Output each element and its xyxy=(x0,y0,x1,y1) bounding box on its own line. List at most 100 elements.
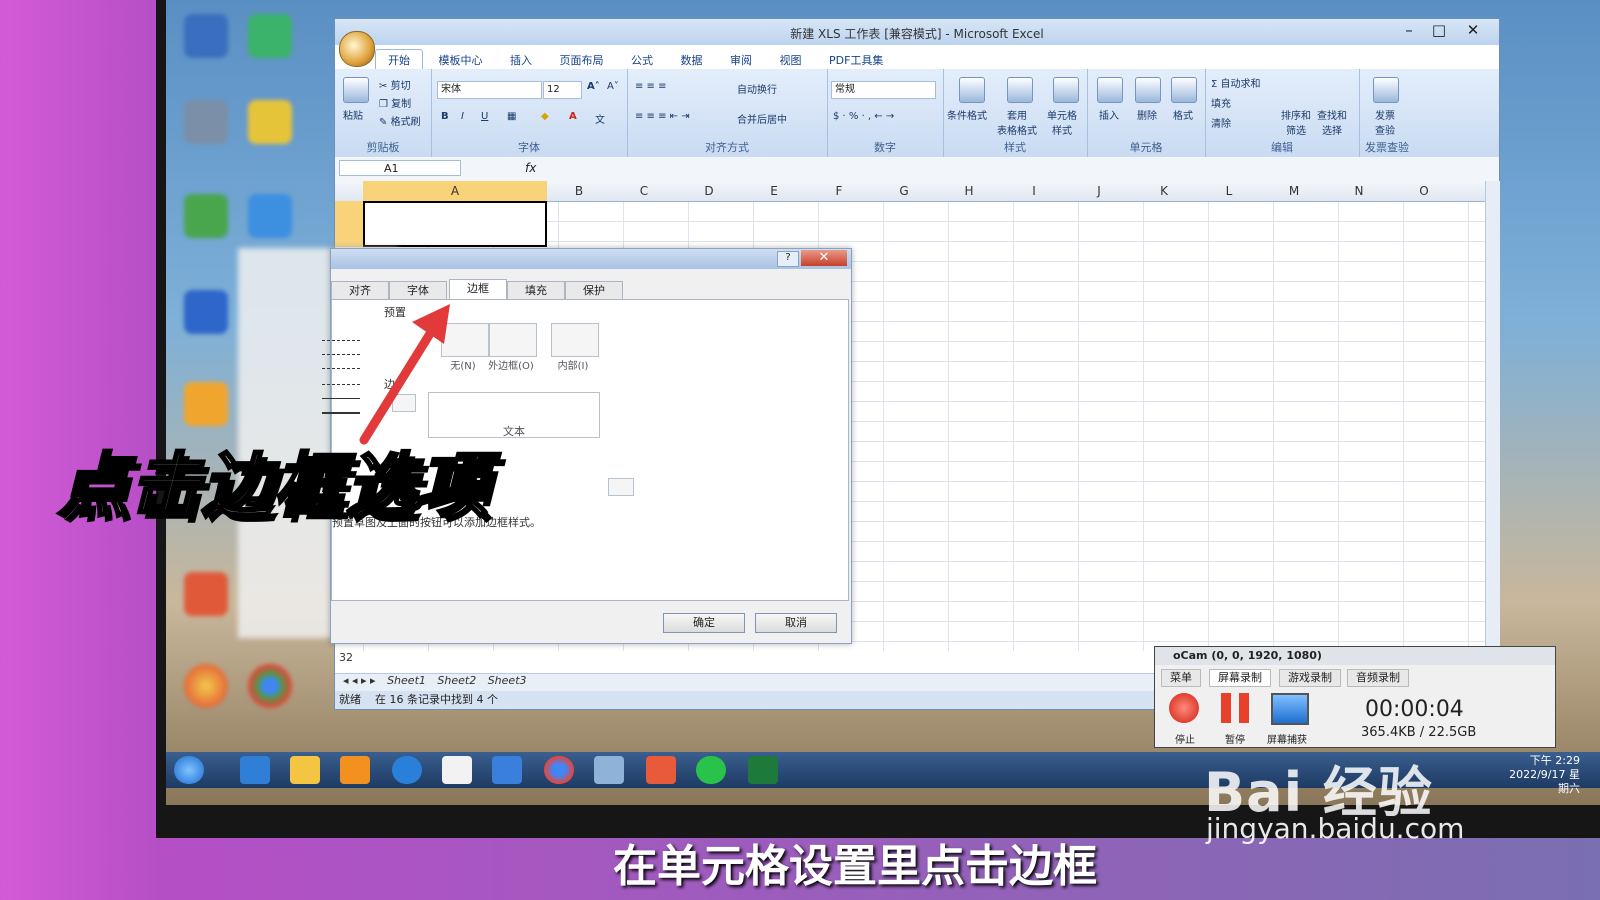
stop-icon[interactable] xyxy=(1169,693,1199,723)
grow-font-button[interactable]: A˄ xyxy=(587,81,600,92)
sheet-tab-2[interactable]: Sheet2 xyxy=(437,674,476,687)
vertical-scrollbar[interactable] xyxy=(1485,181,1500,651)
sort-filter-button[interactable]: 排序和 筛选 xyxy=(1281,107,1311,137)
chrome-desktop-icon[interactable] xyxy=(248,664,292,708)
column-header-l[interactable]: L xyxy=(1219,184,1239,198)
italic-button[interactable]: I xyxy=(461,111,464,122)
number-format-icons[interactable]: $ · % · , ← → xyxy=(833,111,894,122)
desktop-icon[interactable] xyxy=(184,664,228,708)
conditional-format-button[interactable]: 条件格式 xyxy=(947,107,987,122)
format-painter-button[interactable]: ✎ 格式刷 xyxy=(379,113,421,128)
maximize-button[interactable]: □ xyxy=(1425,21,1453,41)
paste-button[interactable]: 粘贴 xyxy=(343,107,363,122)
column-header-b[interactable]: B xyxy=(569,184,589,198)
sheet-tab-3[interactable]: Sheet3 xyxy=(488,674,527,687)
column-header-e[interactable]: E xyxy=(764,184,784,198)
column-header-o[interactable]: O xyxy=(1414,184,1434,198)
cancel-button[interactable]: 取消 xyxy=(755,613,837,633)
dialog-close-button[interactable]: ✕ xyxy=(801,250,847,266)
ocam-tab-screen[interactable]: 屏幕录制 xyxy=(1209,669,1271,687)
row-header-selected[interactable] xyxy=(335,201,363,247)
close-button[interactable]: ✕ xyxy=(1459,21,1487,41)
app-icon[interactable] xyxy=(646,756,676,784)
desktop-icon[interactable] xyxy=(184,572,228,616)
shrink-font-button[interactable]: A˅ xyxy=(607,81,619,92)
ie-icon[interactable] xyxy=(240,756,270,784)
pause-icon[interactable] xyxy=(1221,693,1249,723)
ocam-tab-audio[interactable]: 音频录制 xyxy=(1347,669,1409,687)
column-header-c[interactable]: C xyxy=(634,184,654,198)
wechat-icon[interactable] xyxy=(696,756,726,784)
office-button[interactable] xyxy=(339,31,375,67)
desktop-icon[interactable] xyxy=(184,382,228,426)
document-icon[interactable] xyxy=(442,756,472,784)
fill-color-icon[interactable]: ◆ xyxy=(541,111,549,122)
tab-templates[interactable]: 模板中心 xyxy=(427,50,495,70)
align-left-icon[interactable]: ≡ ≡ ≡ ⇤ ⇥ xyxy=(635,111,690,122)
media-player-icon[interactable] xyxy=(340,756,370,784)
column-header-f[interactable]: F xyxy=(829,184,849,198)
desktop-icon[interactable] xyxy=(184,194,228,238)
tab-page-layout[interactable]: 页面布局 xyxy=(548,50,616,70)
chrome-icon[interactable] xyxy=(544,756,574,784)
table-format-button[interactable]: 套用 表格格式 xyxy=(997,107,1037,137)
clear-button[interactable]: 清除 xyxy=(1211,115,1231,130)
dialog-tab-alignment[interactable]: 对齐 xyxy=(331,281,389,301)
desktop-icon[interactable] xyxy=(248,14,292,58)
app-icon[interactable] xyxy=(492,756,522,784)
copy-button[interactable]: ❐ 复制 xyxy=(379,95,411,110)
phonetic-icon[interactable]: 文 xyxy=(595,111,605,126)
sheet-nav-icon[interactable]: ◂ ◂ ▸ ▸ xyxy=(343,674,376,687)
ocam-tab-game[interactable]: 游戏录制 xyxy=(1279,669,1341,687)
wrap-text-button[interactable]: 自动换行 xyxy=(737,81,777,96)
align-top-icon[interactable]: ≡ ≡ ≡ xyxy=(635,81,667,92)
desktop-icon[interactable] xyxy=(248,194,292,238)
fx-icon[interactable]: fx xyxy=(525,161,536,175)
border-icon[interactable]: ▦ xyxy=(507,111,516,122)
find-select-button[interactable]: 查找和 选择 xyxy=(1317,107,1347,137)
k-app-icon[interactable] xyxy=(392,756,422,784)
invoice-check-button[interactable]: 发票 查验 xyxy=(1375,107,1395,137)
active-cell[interactable] xyxy=(363,201,547,247)
dialog-tab-font[interactable]: 字体 xyxy=(389,281,447,301)
column-header-k[interactable]: K xyxy=(1154,184,1174,198)
system-clock[interactable]: 下午 2:29 2022/9/17 星期六 xyxy=(1500,754,1580,796)
number-format-select[interactable]: 常规 xyxy=(831,81,936,99)
desktop-icon[interactable] xyxy=(184,100,228,144)
preset-inside-button[interactable] xyxy=(551,323,599,357)
autosum-button[interactable]: Σ 自动求和 xyxy=(1211,75,1261,90)
font-size-select[interactable]: 12 xyxy=(543,81,582,99)
monitor-icon[interactable] xyxy=(1271,693,1309,725)
sheet-tab-1[interactable]: Sheet1 xyxy=(387,674,426,687)
tab-formulas[interactable]: 公式 xyxy=(619,50,665,70)
start-button[interactable] xyxy=(174,756,204,784)
column-header-a[interactable]: A xyxy=(445,184,465,198)
dialog-tab-fill[interactable]: 填充 xyxy=(507,281,565,301)
app-icon[interactable] xyxy=(594,756,624,784)
ocam-tab-menu[interactable]: 菜单 xyxy=(1161,669,1201,687)
explorer-icon[interactable] xyxy=(290,756,320,784)
column-header-m[interactable]: M xyxy=(1284,184,1304,198)
font-name-select[interactable]: 宋体 xyxy=(437,81,542,99)
delete-cells-button[interactable]: 删除 xyxy=(1137,107,1157,122)
cut-button[interactable]: ✂ 剪切 xyxy=(379,77,411,92)
format-cells-button[interactable]: 格式 xyxy=(1173,107,1193,122)
column-header-n[interactable]: N xyxy=(1349,184,1369,198)
tab-pdf-tools[interactable]: PDF工具集 xyxy=(817,50,895,70)
underline-button[interactable]: U xyxy=(481,111,488,122)
name-box[interactable]: A1 xyxy=(339,160,461,176)
tab-review[interactable]: 审阅 xyxy=(718,50,764,70)
insert-cells-button[interactable]: 插入 xyxy=(1099,107,1119,122)
help-button[interactable]: ? xyxy=(777,251,799,267)
column-header-g[interactable]: G xyxy=(894,184,914,198)
tab-data[interactable]: 数据 xyxy=(669,50,715,70)
bold-button[interactable]: B xyxy=(441,111,449,122)
column-header-h[interactable]: H xyxy=(959,184,979,198)
border-diagonal-button[interactable] xyxy=(608,478,634,496)
tab-home[interactable]: 开始 xyxy=(375,49,423,70)
tab-view[interactable]: 视图 xyxy=(768,50,814,70)
column-header-i[interactable]: I xyxy=(1024,184,1044,198)
tab-insert[interactable]: 插入 xyxy=(498,50,544,70)
desktop-icon[interactable] xyxy=(248,100,292,144)
minimize-button[interactable]: – xyxy=(1395,21,1423,41)
